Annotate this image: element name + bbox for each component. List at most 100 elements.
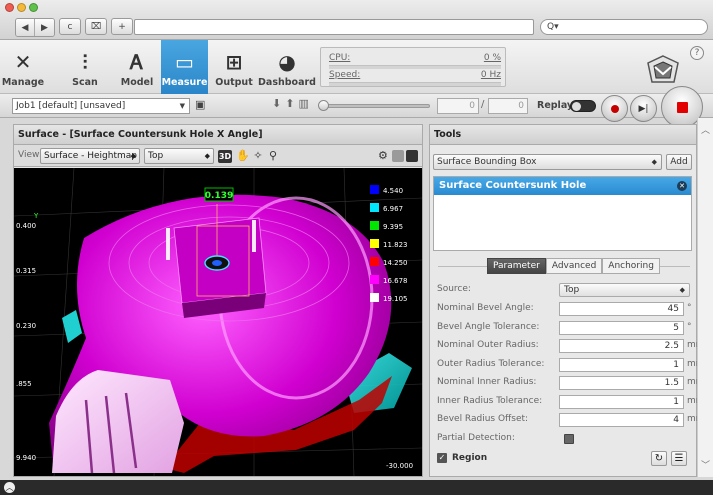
help-button[interactable]: ? <box>690 46 704 60</box>
new-tab-button[interactable]: + <box>111 18 133 35</box>
tab-label: Measure <box>161 77 208 88</box>
pan-hand-icon[interactable]: ✋ <box>236 148 250 164</box>
param-label: Inner Radius Tolerance: <box>437 396 543 406</box>
record-icon <box>610 104 619 113</box>
add-tool-button[interactable]: Add <box>666 154 692 170</box>
legend-swatch-2 <box>370 221 379 230</box>
param-source: Source: Top ◆ <box>435 283 690 297</box>
legend-value: 4.540 <box>383 187 403 195</box>
reset-region-icon[interactable]: ↻ <box>651 451 667 466</box>
download-icon[interactable]: ⬇ <box>272 97 281 110</box>
upload-icon[interactable]: ⬆ <box>285 97 294 110</box>
legend-swatch-5 <box>370 275 379 284</box>
tab-measure[interactable]: ▭ Measure <box>161 40 208 94</box>
tab-model[interactable]: Ꭺ Model <box>116 40 158 94</box>
replay-toggle[interactable] <box>570 100 596 112</box>
nominal-inner-radius-input[interactable]: 1.5 <box>559 376 684 390</box>
view-direction-select[interactable]: Top ◆ <box>144 148 214 164</box>
chevron-down-icon: ▼ <box>179 102 185 110</box>
param-label: Nominal Bevel Angle: <box>437 303 534 313</box>
url-bar[interactable] <box>134 19 534 35</box>
search-icon: Q▾ <box>547 22 559 32</box>
3d-view-button[interactable]: 3D <box>218 150 232 163</box>
minimize-window-button[interactable] <box>17 3 26 12</box>
scroll-up-icon[interactable]: ︿ <box>701 123 710 136</box>
chevron-down-icon: ◆ <box>204 152 210 160</box>
measurement-value: 0.139 <box>205 191 233 201</box>
outer-radius-tolerance-input[interactable]: 1 <box>559 358 684 372</box>
display-toggle-icon[interactable] <box>406 150 418 162</box>
inner-radius-tolerance-input[interactable]: 1 <box>559 395 684 409</box>
record-button[interactable] <box>601 95 628 122</box>
view-direction-value: Top <box>148 151 164 161</box>
trash-icon[interactable]: ▥ <box>298 97 308 110</box>
scroll-down-icon[interactable]: ﹀ <box>701 458 710 471</box>
tool-type-value: Surface Bounding Box <box>437 157 537 167</box>
wrench-icon: ✕ <box>14 50 32 74</box>
source-select[interactable]: Top ◆ <box>559 283 690 297</box>
param-bevel-angle-tolerance: Bevel Angle Tolerance: 5 ° <box>435 321 692 335</box>
tab-manage[interactable]: ✕ Manage <box>0 40 46 94</box>
slider-thumb[interactable] <box>318 100 329 111</box>
partial-detection-checkbox[interactable] <box>564 434 574 444</box>
step-button[interactable]: ▶| <box>630 95 657 122</box>
expand-panel-icon[interactable]: ︿ <box>4 482 15 493</box>
tool-item-countersunk-hole[interactable]: Surface Countersunk Hole ✕ <box>434 177 691 195</box>
tab-label: Manage <box>1 77 45 88</box>
frame-current-field[interactable]: 0 <box>437 98 479 114</box>
zoom-icon[interactable]: ⚲ <box>266 148 280 164</box>
remove-tool-icon[interactable]: ✕ <box>677 181 687 191</box>
param-nominal-bevel-angle: Nominal Bevel Angle: 45 ° <box>435 302 692 316</box>
param-bevel-radius-offset: Bevel Radius Offset: 4 mm <box>435 413 705 427</box>
settings-gears-icon[interactable]: ⚙ <box>378 149 388 163</box>
rotate-icon[interactable]: ✧ <box>251 148 265 164</box>
tab-label: Model <box>120 77 154 88</box>
tab-dashboard[interactable]: ◕ Dashboard <box>258 40 316 94</box>
speed-bar <box>329 82 501 86</box>
tool-type-select[interactable]: Surface Bounding Box ◆ <box>433 154 662 170</box>
tab-label: Scan <box>72 77 98 88</box>
bottom-bar: ︿ <box>0 480 713 495</box>
job-name: Job1 [default] [unsaved] <box>16 101 126 111</box>
tab-parameter[interactable]: Parameter <box>487 258 546 274</box>
region-list-icon[interactable]: ☰ <box>671 451 687 466</box>
system-stats: CPU: 0 % Speed: 0 Hz <box>320 47 506 87</box>
legend-value: 9.395 <box>383 223 403 231</box>
save-icon[interactable]: ▣ <box>195 98 205 111</box>
nominal-outer-radius-input[interactable]: 2.5 <box>559 339 684 353</box>
overlay-toggle-icon[interactable] <box>392 150 404 162</box>
brand-logo <box>647 55 679 83</box>
tab-anchoring[interactable]: Anchoring <box>602 258 660 274</box>
maximize-window-button[interactable] <box>29 3 38 12</box>
gauge-icon: ◕ <box>278 50 296 74</box>
page-scrollbar[interactable]: ︿ ﹀ <box>697 118 713 477</box>
tab-advanced[interactable]: Advanced <box>545 258 603 274</box>
speed-value: 0 Hz <box>480 70 501 80</box>
replay-slider[interactable] <box>318 100 430 112</box>
tab-output[interactable]: ⊞ Output <box>212 40 256 94</box>
forward-button[interactable]: ▶ <box>35 19 54 36</box>
job-select[interactable]: Job1 [default] [unsaved] ▼ <box>12 98 190 114</box>
bevel-radius-offset-input[interactable]: 4 <box>559 413 684 427</box>
speed-stat: Speed: 0 Hz <box>329 70 501 86</box>
sliders-icon: ⫶ <box>82 50 88 74</box>
region-row: ✓ Region ↻ ☰ <box>435 451 690 467</box>
view-mode-select[interactable]: Surface - Heightmap ◆ <box>40 148 140 164</box>
param-label: Outer Radius Tolerance: <box>437 359 545 369</box>
replay-label: Replay <box>537 100 574 111</box>
heightmap-viewport[interactable]: 0.139 0.400 0.315 0.230 .855 9.940 Y -30… <box>14 168 422 476</box>
tab-scan[interactable]: ⫶ Scan <box>62 40 108 94</box>
bevel-angle-tolerance-input[interactable]: 5 <box>559 321 684 335</box>
speed-label: Speed: <box>329 70 361 80</box>
bookmark-button[interactable]: ⌧ <box>85 18 107 35</box>
legend-swatch-3 <box>370 239 379 248</box>
back-button[interactable]: ◀ <box>16 19 35 36</box>
legend-value: 11.823 <box>383 241 408 249</box>
search-field[interactable]: Q▾ <box>540 19 708 35</box>
nominal-bevel-angle-input[interactable]: 45 <box>559 302 684 316</box>
region-checkbox[interactable]: ✓ <box>437 453 447 463</box>
frame-separator: / <box>481 99 485 110</box>
close-window-button[interactable] <box>5 3 14 12</box>
reload-button[interactable]: c <box>59 18 81 35</box>
axis-label: 0.400 <box>16 222 36 230</box>
